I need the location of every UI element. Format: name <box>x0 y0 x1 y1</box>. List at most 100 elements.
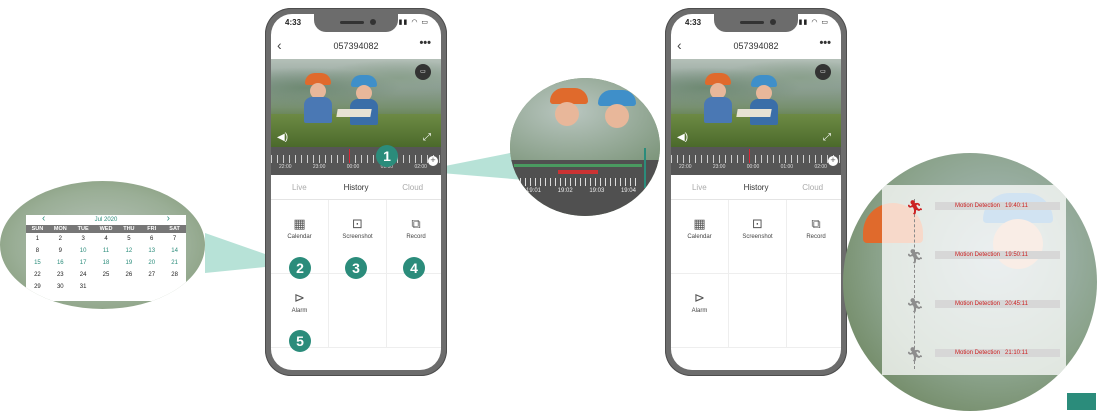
timeline-cursor[interactable] <box>349 149 350 163</box>
nav-bar: ‹ 057394082 ••• <box>671 36 841 58</box>
tab-cloud[interactable]: Cloud <box>784 177 841 199</box>
alarm-label: Motion Detection <box>955 350 1001 356</box>
tab-bar: Live History Cloud <box>271 177 441 200</box>
video-feed[interactable]: ▭ ◀) ⤢ <box>671 59 841 147</box>
calendar-day[interactable]: 21 <box>163 257 186 269</box>
page-title: 057394082 <box>733 41 779 51</box>
calendar-day[interactable]: 18 <box>95 257 118 269</box>
calendar-day[interactable]: 1 <box>26 233 49 245</box>
calendar-month: Jul 2020 <box>94 217 118 223</box>
calendar-day[interactable]: 5 <box>117 233 140 245</box>
feature-screenshot[interactable]: ⊡ Screenshot <box>729 200 787 274</box>
calendar-icon: ▦ <box>293 216 306 231</box>
feature-record[interactable]: ⧉ Record <box>787 200 841 274</box>
calendar-day[interactable]: 23 <box>49 269 72 281</box>
status-icons: ▮▮ ◠ ▭ <box>398 19 429 26</box>
calendar-day[interactable]: 27 <box>140 269 163 281</box>
prev-month-icon[interactable]: ‹ <box>42 214 45 224</box>
alarm-row[interactable]: 🏃︎ Motion Detection 21:10:11 <box>882 346 1066 386</box>
feature-alarm[interactable]: ⊳ Alarm <box>671 274 729 348</box>
calendar-day[interactable]: 11 <box>95 245 118 257</box>
tab-live[interactable]: Live <box>271 177 328 199</box>
calendar-day[interactable]: 22 <box>26 269 49 281</box>
calendar-day[interactable]: 8 <box>26 245 49 257</box>
calendar-day[interactable]: 16 <box>49 257 72 269</box>
calendar-day[interactable]: 19 <box>117 257 140 269</box>
timeline-cursor[interactable] <box>749 149 750 163</box>
sd-card-icon[interactable]: ▭ <box>815 64 831 80</box>
calendar-day[interactable]: 15 <box>26 257 49 269</box>
alarm-list: 🏃︎ Motion Detection 19:40:11 🏃︎ Motion Detec… <box>882 185 1066 375</box>
tab-live[interactable]: Live <box>671 177 728 199</box>
tab-history[interactable]: History <box>328 177 385 199</box>
fullscreen-icon[interactable]: ⤢ <box>823 132 831 143</box>
alarm-label: Motion Detection <box>955 252 1001 258</box>
sd-card-icon[interactable]: ▭ <box>415 64 431 80</box>
timeline-label: 02:00 <box>414 164 427 170</box>
calendar-day[interactable]: 30 <box>49 281 72 293</box>
calendar-day[interactable]: 10 <box>72 245 95 257</box>
speaker-icon[interactable]: ◀) <box>277 132 288 143</box>
speaker-icon[interactable]: ◀) <box>677 132 688 143</box>
calendar-day[interactable]: 31 <box>72 281 95 293</box>
zoom-timeline[interactable]: 19:01 19:02 19:03 19:04 <box>510 148 660 216</box>
history-timeline[interactable]: 22:00 23:00 00:00 01:00 02:00 + <box>671 147 841 175</box>
alarm-label: Motion Detection <box>955 203 1001 209</box>
fullscreen-icon[interactable]: ⤢ <box>423 132 431 143</box>
front-camera <box>770 19 776 25</box>
calendar-day[interactable]: 7 <box>163 233 186 245</box>
alarm-zoom: 🏃︎ Motion Detection 19:40:11 🏃︎ Motion Detec… <box>843 153 1097 411</box>
alarm-icon: ⊳ <box>694 290 705 305</box>
calendar-day[interactable]: 3 <box>72 233 95 245</box>
history-timeline[interactable]: 22:00 23:00 00:00 01:00 02:00 + <box>271 147 441 175</box>
calendar-header: ‹ Jul 2020 › <box>26 214 186 225</box>
nav-bar: ‹ 057394082 ••• <box>271 36 441 58</box>
kid-shirt <box>704 97 732 123</box>
calendar-day[interactable]: 24 <box>72 269 95 281</box>
zoom-time-label: 19:02 <box>557 188 573 194</box>
feature-label: Screenshot <box>342 234 373 240</box>
callout-number: 1 <box>376 145 398 167</box>
zoom-plus-icon[interactable]: + <box>828 156 838 166</box>
phone-left: 4:33 ▮▮ ◠ ▭ ‹ 057394082 ••• ▭ ◀) ⤢ 22:00… <box>265 8 447 376</box>
alarm-row[interactable]: 🏃︎ Motion Detection 20:45:11 <box>882 297 1066 337</box>
alarm-row[interactable]: 🏃︎ Motion Detection 19:40:11 <box>882 199 1066 239</box>
callout-number: 2 <box>289 257 311 279</box>
next-month-icon[interactable]: › <box>167 214 170 224</box>
zoom-cursor[interactable] <box>644 148 646 188</box>
calendar-week: 22 23 24 25 26 27 28 <box>26 269 186 281</box>
status-time: 4:33 <box>685 18 702 27</box>
calendar-day[interactable]: 12 <box>117 245 140 257</box>
callout-number: 5 <box>289 330 311 352</box>
calendar-day[interactable]: 17 <box>72 257 95 269</box>
status-time: 4:33 <box>285 18 302 27</box>
calendar-day[interactable]: 29 <box>26 281 49 293</box>
alarm-row[interactable]: 🏃︎ Motion Detection 19:50:11 <box>882 248 1066 288</box>
tab-cloud[interactable]: Cloud <box>384 177 441 199</box>
kid-face <box>555 102 579 126</box>
feature-calendar[interactable]: ▦ Calendar <box>671 200 729 274</box>
tab-history[interactable]: History <box>728 177 785 199</box>
timeline-label: 22:00 <box>279 164 292 170</box>
calendar-day[interactable]: 25 <box>95 269 118 281</box>
calendar-day[interactable]: 4 <box>95 233 118 245</box>
zoom-plus-icon[interactable]: + <box>428 156 438 166</box>
video-feed[interactable]: ▭ ◀) ⤢ <box>271 59 441 147</box>
calendar-day[interactable]: 6 <box>140 233 163 245</box>
timeline-ticks <box>271 155 441 163</box>
feature-label: Record <box>406 234 426 240</box>
more-icon[interactable]: ••• <box>419 37 431 49</box>
feature-label: Alarm <box>291 308 308 314</box>
calendar-day[interactable]: 14 <box>163 245 186 257</box>
calendar-week: 8 9 10 11 12 13 14 <box>26 245 186 257</box>
timeline-ticks <box>671 155 841 163</box>
calendar-day[interactable]: 9 <box>49 245 72 257</box>
feature-label: Screenshot <box>742 234 773 240</box>
more-icon[interactable]: ••• <box>819 37 831 49</box>
calendar-day[interactable]: 13 <box>140 245 163 257</box>
calendar-day[interactable]: 28 <box>163 269 186 281</box>
calendar-day[interactable]: 26 <box>117 269 140 281</box>
calendar-day[interactable]: 2 <box>49 233 72 245</box>
speaker <box>340 21 364 24</box>
calendar-day[interactable]: 20 <box>140 257 163 269</box>
